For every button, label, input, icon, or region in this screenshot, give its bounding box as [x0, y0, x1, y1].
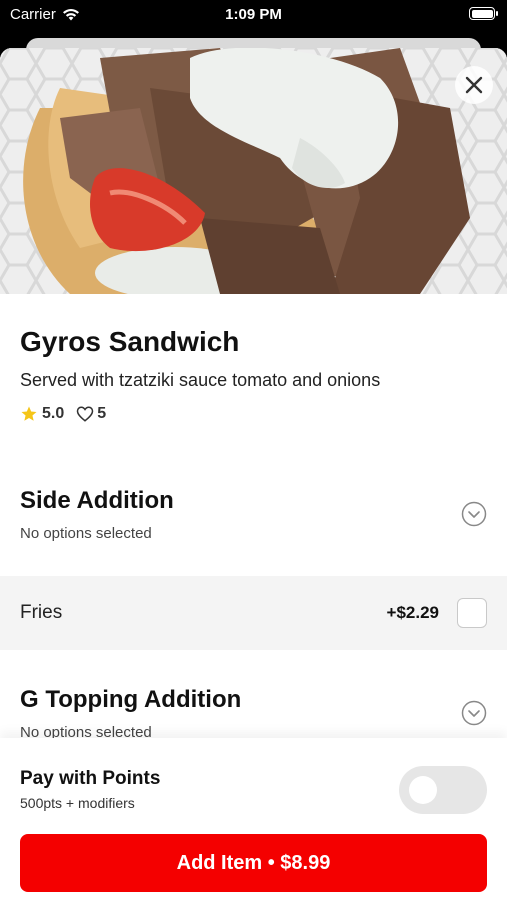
item-description: Served with tzatziki sauce tomato and on…: [20, 370, 381, 390]
likes-count: 5: [97, 405, 107, 422]
add-item-button[interactable]: Add Item • $8.99: [20, 834, 487, 892]
option-row-fries[interactable]: Fries +$2.29: [0, 576, 507, 650]
item-title: Gyros Sandwich: [20, 326, 240, 357]
close-button[interactable]: [455, 66, 493, 104]
status-bar: Carrier 1:09 PM: [0, 0, 507, 30]
heart-icon[interactable]: [76, 405, 94, 423]
section-title: G Topping Addition: [20, 686, 242, 713]
section-title: Side Addition: [20, 487, 174, 514]
points-subtitle: 500pts + modifiers: [20, 795, 135, 811]
chevron-down-circle-icon[interactable]: [461, 501, 487, 527]
item-photo: [0, 48, 507, 294]
item-detail-sheet: Gyros Sandwich Served with tzatziki sauc…: [0, 48, 507, 900]
bottom-action-bar: Pay with Points 500pts + modifiers Add I…: [0, 738, 507, 900]
item-info: Gyros Sandwich Served with tzatziki sauc…: [0, 326, 507, 423]
toggle-knob: [409, 776, 437, 804]
battery-icon: [469, 7, 498, 20]
option-checkbox[interactable]: [457, 598, 487, 628]
pay-with-points-toggle[interactable]: [399, 766, 487, 814]
option-name: Fries: [20, 602, 63, 623]
section-subtitle: No options selected: [20, 525, 152, 542]
star-icon: [21, 406, 37, 421]
section-side-addition[interactable]: Side Addition No options selected: [0, 487, 507, 542]
option-price: +$2.29: [386, 603, 439, 622]
pay-with-points-label: Pay with Points: [20, 768, 161, 789]
close-icon: [465, 76, 483, 94]
chevron-down-circle-icon[interactable]: [461, 700, 487, 726]
section-g-topping-addition[interactable]: G Topping Addition No options selected: [0, 686, 507, 741]
item-meta: 5.0 5: [20, 405, 487, 423]
status-time: 1:09 PM: [225, 6, 282, 23]
rating-value: 5.0: [42, 405, 65, 422]
